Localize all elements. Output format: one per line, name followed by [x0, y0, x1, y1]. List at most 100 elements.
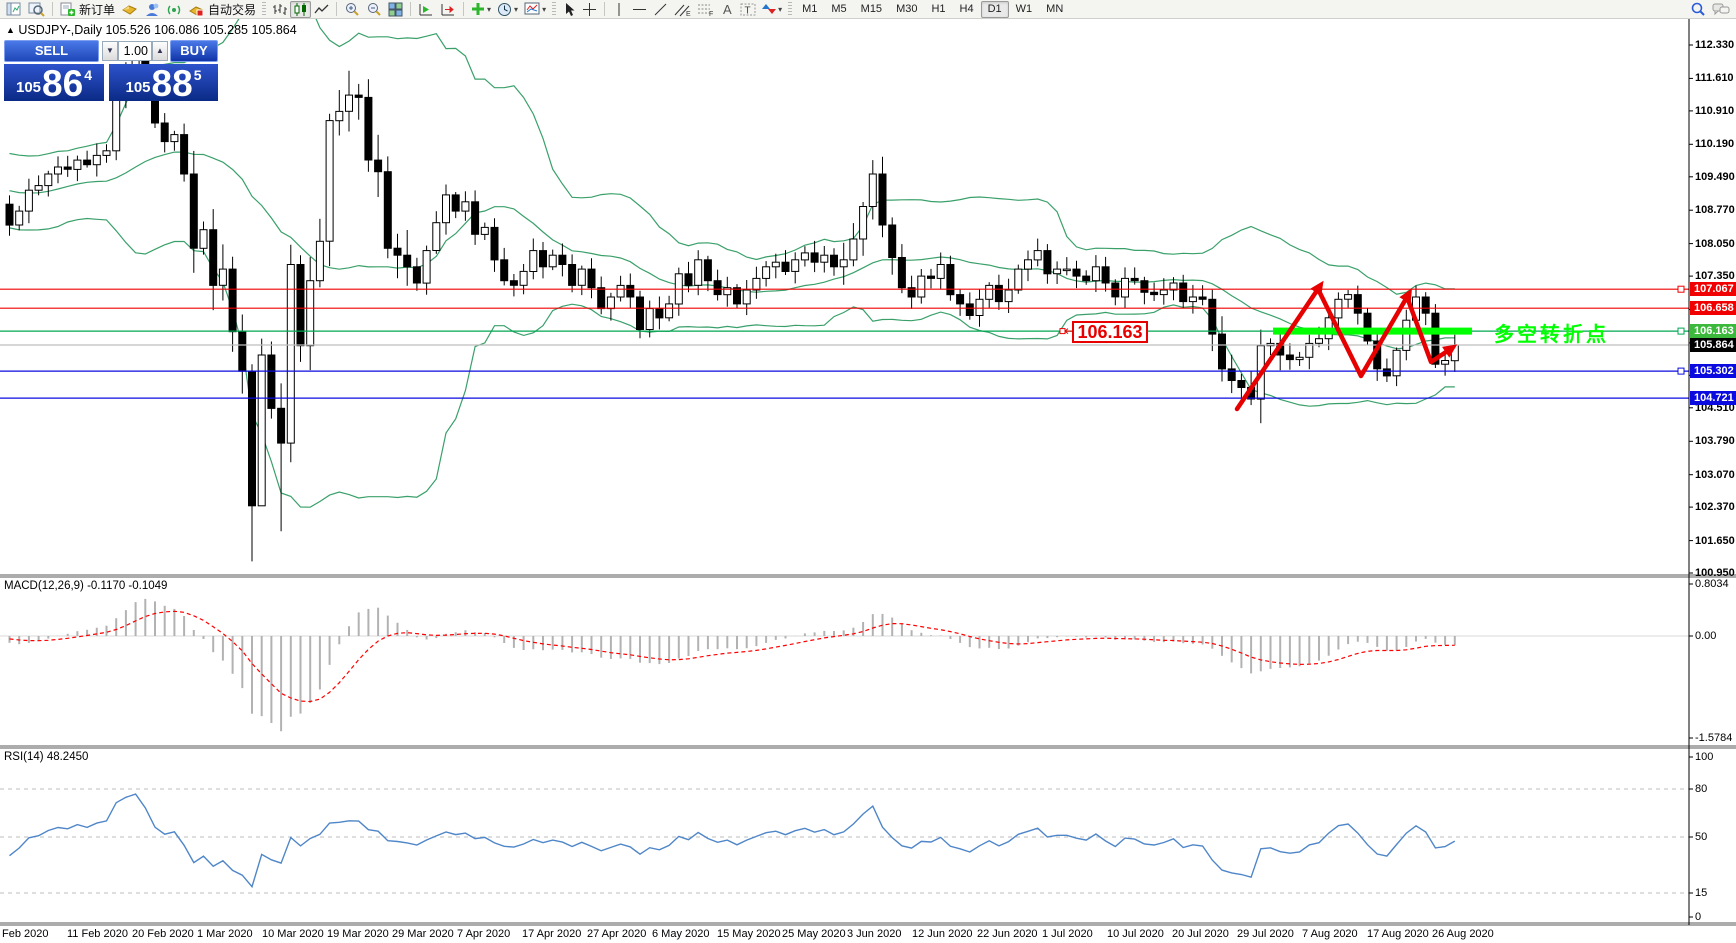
date-axis-label: 7 Apr 2020	[457, 928, 510, 940]
timeframe-m1[interactable]: M1	[795, 1, 824, 18]
crosshair-icon[interactable]	[579, 1, 600, 18]
auto-scroll-icon[interactable]	[415, 1, 437, 18]
price-tag: 104.721	[1690, 391, 1736, 405]
bar-chart-type-icon[interactable]	[269, 1, 290, 18]
svg-text:E: E	[686, 11, 691, 17]
price-level-callout[interactable]: 106.163	[1072, 321, 1148, 343]
price-axis-tick: 111.610	[1695, 71, 1736, 85]
timeframe-d1[interactable]: D1	[981, 1, 1009, 18]
svg-text:F: F	[709, 11, 713, 17]
mt4-window: 新订单 自动交易 ▾ ▾ ▾ E F A T ▾	[0, 0, 1736, 943]
price-tag: 106.658	[1690, 301, 1736, 315]
buy-price-display[interactable]: 105 88 5	[109, 64, 218, 101]
arrows-button[interactable]: ▾	[759, 1, 785, 18]
rsi-axis-tick: 50	[1695, 830, 1736, 844]
autotrading-label: 自动交易	[208, 1, 256, 18]
ohlc-open: 105.526	[105, 23, 150, 37]
volume-input[interactable]: 1.00	[118, 41, 152, 61]
volume-up-button[interactable]: ▲	[152, 41, 168, 61]
zoom-in-icon[interactable]	[341, 1, 363, 18]
timeframe-w1[interactable]: W1	[1009, 1, 1040, 18]
signals-icon[interactable]	[163, 1, 185, 18]
volume-down-button[interactable]: ▼	[102, 41, 118, 61]
new-order-button[interactable]: 新订单	[57, 1, 118, 18]
chart-profile-icon[interactable]	[25, 1, 48, 18]
date-axis-label: 1 Mar 2020	[197, 928, 253, 940]
mql5-community-icon[interactable]	[141, 1, 163, 18]
date-axis-label: 10 Jul 2020	[1107, 928, 1164, 940]
rsi-label: RSI(14) 48.2450	[4, 751, 88, 763]
turning-point-band	[1273, 328, 1472, 335]
price-axis-tick: 103.790	[1695, 434, 1736, 448]
indicators-button[interactable]: ▾	[468, 1, 494, 18]
timeframe-h1[interactable]: H1	[924, 1, 952, 18]
price-axis-tick: 108.050	[1695, 237, 1736, 251]
periods-button[interactable]: ▾	[494, 1, 521, 18]
equidistant-channel-icon[interactable]: E	[671, 1, 694, 18]
line-chart-type-icon[interactable]	[311, 1, 332, 18]
date-axis-label: 20 Jul 2020	[1172, 928, 1229, 940]
sell-button[interactable]: SELL	[4, 40, 99, 62]
date-axis-label: 12 Jun 2020	[912, 928, 973, 940]
trendline-icon[interactable]	[650, 1, 671, 18]
timeframe-group: M1M5M15M30H1H4D1W1MN	[795, 1, 1070, 18]
price-tag: 107.067	[1690, 282, 1736, 296]
sell-price-display[interactable]: 105 86 4	[4, 64, 104, 101]
chat-icon[interactable]	[1709, 1, 1733, 18]
one-click-trading-panel: SELL ▼ 1.00 ▲ BUY 105 86 4 105 88 5	[2, 40, 220, 101]
date-axis-label: 22 Jun 2020	[977, 928, 1038, 940]
price-tag: 105.864	[1690, 338, 1736, 352]
price-axis-tick: 110.190	[1695, 137, 1736, 151]
date-axis-label: 19 Mar 2020	[327, 928, 389, 940]
macd-axis-tick: 0.00	[1695, 629, 1736, 643]
timeframe-m5[interactable]: M5	[824, 1, 853, 18]
chart-title: ▲ USDJPY-,Daily 105.526 106.086 105.285 …	[6, 23, 297, 37]
horizontal-line-icon[interactable]	[629, 1, 650, 18]
tile-windows-icon[interactable]	[385, 1, 406, 18]
new-order-label: 新订单	[79, 1, 115, 18]
ohlc-close: 105.864	[252, 23, 297, 37]
price-tag: 106.163	[1690, 324, 1736, 338]
timeframe-m30[interactable]: M30	[889, 1, 924, 18]
turning-point-note[interactable]: 多空转折点	[1494, 318, 1609, 347]
date-axis-label: 26 Aug 2020	[1432, 928, 1494, 940]
autotrading-icon	[188, 2, 205, 17]
date-axis-label: 1 Jul 2020	[1042, 928, 1093, 940]
vertical-line-icon[interactable]	[609, 1, 629, 18]
date-axis-label: 27 Apr 2020	[587, 928, 646, 940]
chart-shift-icon[interactable]	[437, 1, 459, 18]
new-chart-icon[interactable]	[3, 1, 25, 18]
date-axis-label: 17 Apr 2020	[522, 928, 581, 940]
svg-text:A: A	[723, 2, 732, 17]
timeframe-h4[interactable]: H4	[953, 1, 981, 18]
trend-arrow-icon: ▲	[6, 25, 15, 35]
date-axis-label: 3 Jun 2020	[847, 928, 901, 940]
date-axis-label: 10 Mar 2020	[262, 928, 324, 940]
price-axis-tick: 101.650	[1695, 534, 1736, 548]
autotrading-button[interactable]: 自动交易	[185, 1, 259, 18]
timeframe-m15[interactable]: M15	[854, 1, 889, 18]
candle-chart-type-icon[interactable]	[290, 1, 311, 18]
search-icon[interactable]	[1687, 1, 1709, 18]
date-axis-label: 29 Mar 2020	[392, 928, 454, 940]
chart-canvas[interactable]	[0, 0, 1736, 943]
rsi-axis-tick: 80	[1695, 782, 1736, 796]
metaeditor-icon[interactable]	[118, 1, 141, 18]
timeframe-mn[interactable]: MN	[1039, 1, 1070, 18]
date-axis-label: 20 Feb 2020	[132, 928, 194, 940]
date-axis-label: 17 Aug 2020	[1367, 928, 1429, 940]
new-order-icon	[60, 2, 76, 17]
cursor-icon[interactable]	[559, 1, 579, 18]
rsi-axis-tick: 15	[1695, 886, 1736, 900]
price-tag: 105.302	[1690, 364, 1736, 378]
text-icon[interactable]: A	[717, 1, 737, 18]
symbol-period-label: USDJPY-,Daily	[18, 23, 102, 37]
zoom-out-icon[interactable]	[363, 1, 385, 18]
macd-axis-tick: 0.8034	[1695, 577, 1736, 591]
buy-button[interactable]: BUY	[170, 40, 218, 62]
fibonacci-icon[interactable]: F	[694, 1, 717, 18]
date-axis-label: 7 Aug 2020	[1302, 928, 1358, 940]
text-label-icon[interactable]: T	[737, 1, 759, 18]
templates-button[interactable]: ▾	[521, 1, 549, 18]
price-axis-tick: 107.350	[1695, 269, 1736, 283]
